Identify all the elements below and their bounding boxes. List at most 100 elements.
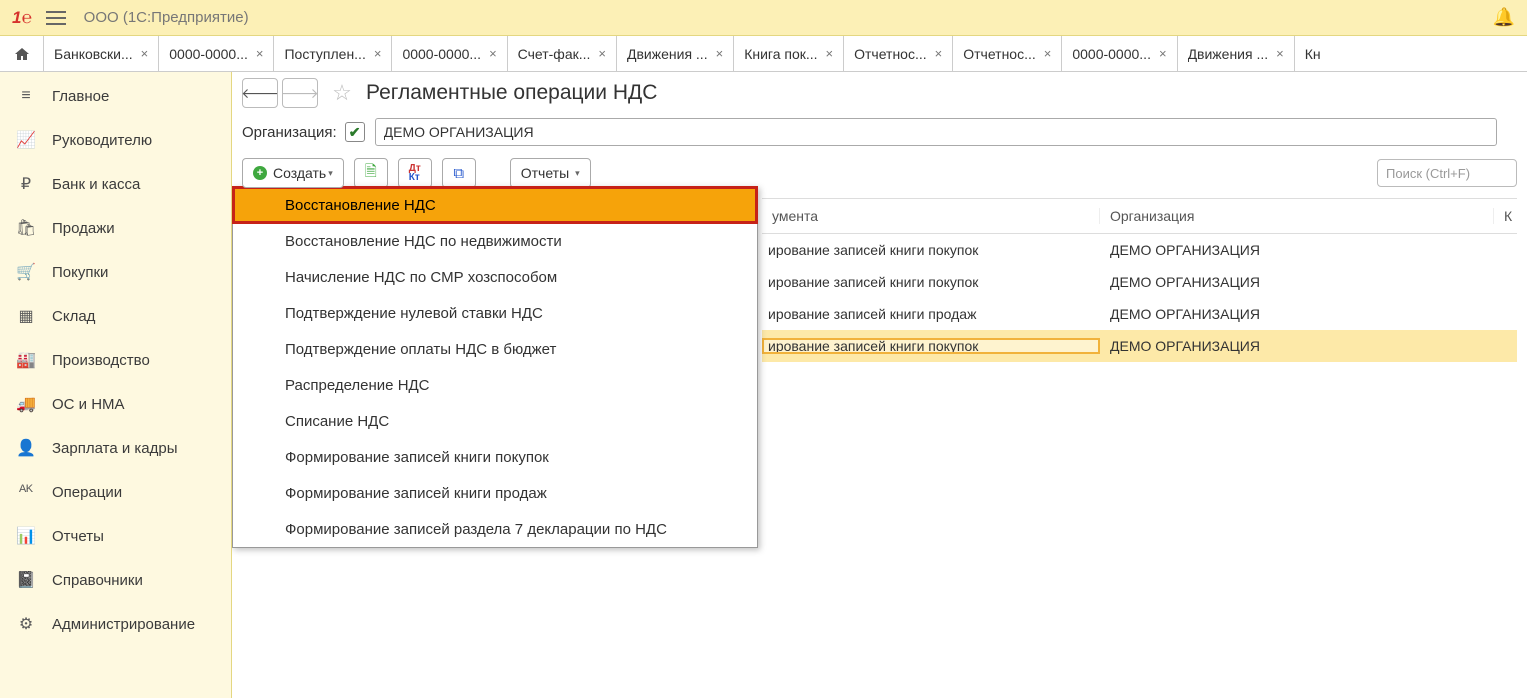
close-icon[interactable]: × [716, 46, 724, 61]
col-k[interactable]: К [1494, 208, 1517, 224]
tab-item[interactable]: Поступлен...× [274, 36, 392, 71]
tab-label: 0000-0000... [169, 46, 248, 62]
sidebar-item-sales[interactable]: 🛍 Продажи [0, 206, 231, 250]
sidebar-item-label: Банк и касса [52, 176, 140, 193]
dropdown-item[interactable]: Формирование записей раздела 7 деклараци… [233, 511, 757, 547]
notifications-icon[interactable]: 🔔 [1493, 7, 1515, 28]
sidebar-item-label: Склад [52, 308, 95, 325]
close-icon[interactable]: × [489, 46, 497, 61]
search-input[interactable]: Поиск (Ctrl+F) [1377, 159, 1517, 187]
tab-item-overflow[interactable]: Кн [1295, 36, 1331, 71]
table-row[interactable]: ирование записей книги покупок ДЕМО ОРГА… [762, 234, 1517, 266]
favorite-icon[interactable]: ☆ [328, 79, 356, 107]
dropdown-item[interactable]: Списание НДС [233, 403, 757, 439]
tab-item[interactable]: Книга пок... × [734, 36, 844, 71]
plus-icon: + [253, 166, 267, 180]
dropdown-item[interactable]: Начисление НДС по СМР хозспособом [233, 259, 757, 295]
menu-icon[interactable] [46, 11, 66, 25]
close-icon[interactable]: × [826, 46, 834, 61]
page-title: Регламентные операции НДС [366, 81, 657, 105]
close-icon[interactable]: × [1159, 46, 1167, 61]
table-row[interactable]: ирование записей книги покупок ДЕМО ОРГА… [762, 266, 1517, 298]
sidebar-item-assets[interactable]: 🚚ОС и НМА [0, 382, 231, 426]
sidebar-item-bank[interactable]: ₽Банк и касса [0, 162, 231, 206]
copy-button[interactable]: 🗎 [354, 158, 388, 188]
dropdown-item[interactable]: Формирование записей книги продаж [233, 475, 757, 511]
tab-item[interactable]: Отчетнос...× [953, 36, 1062, 71]
sidebar-item-label: Продажи [52, 220, 115, 237]
create-button[interactable]: + Создать ▾ [242, 158, 344, 188]
reports-button[interactable]: Отчеты ▾ [510, 158, 591, 188]
close-icon[interactable]: × [1044, 46, 1052, 61]
sidebar-item-label: Операции [52, 484, 122, 501]
table-row[interactable]: ирование записей книги продаж ДЕМО ОРГАН… [762, 298, 1517, 330]
dropdown-label: Восстановление НДС [285, 197, 436, 214]
sidebar-item-purchases[interactable]: 🛒Покупки [0, 250, 231, 294]
sidebar-item-admin[interactable]: ⚙Администрирование [0, 602, 231, 646]
tab-item[interactable]: Банковски...× [44, 36, 159, 71]
bag-icon: 🛍 [14, 218, 38, 238]
close-icon[interactable]: × [141, 46, 149, 61]
sidebar-item-manager[interactable]: 📈Руководителю [0, 118, 231, 162]
cell-doc: ирование записей книги продаж [762, 306, 1100, 322]
close-icon[interactable]: × [256, 46, 264, 61]
close-icon[interactable]: × [935, 46, 943, 61]
nav-forward-button[interactable]: 🡒 [282, 78, 318, 108]
close-icon[interactable]: × [374, 46, 382, 61]
cell-org: ДЕМО ОРГАНИЗАЦИЯ [1100, 274, 1494, 290]
col-org[interactable]: Организация [1100, 208, 1494, 224]
close-icon[interactable]: × [598, 46, 606, 61]
close-icon[interactable]: × [1276, 46, 1284, 61]
tab-label: Счет-фак... [518, 46, 591, 62]
dropdown-item[interactable]: Распределение НДС [233, 367, 757, 403]
sidebar-item-hr[interactable]: 👤 Зарплата и кадры [0, 426, 231, 470]
dropdown-item[interactable]: Подтверждение нулевой ставки НДС [233, 295, 757, 331]
tab-label: Отчетнос... [854, 46, 927, 62]
tab-item[interactable]: 0000-0000... × [1062, 36, 1177, 71]
grid-icon: ▦ [14, 306, 38, 326]
sidebar-item-label: Зарплата и кадры [52, 440, 178, 457]
tab-home[interactable] [0, 36, 44, 71]
truck-icon: 🚚 [14, 394, 38, 414]
dropdown-item[interactable]: Восстановление НДС по недвижимости [233, 223, 757, 259]
sidebar-item-production[interactable]: 🏭Производство [0, 338, 231, 382]
person-icon: 👤 [14, 438, 38, 458]
sidebar-item-label: Производство [52, 352, 150, 369]
tab-item[interactable]: Отчетнос... × [844, 36, 953, 71]
cell-doc: ирование записей книги покупок [762, 338, 1100, 354]
col-doc[interactable]: умента [762, 208, 1100, 224]
org-checkbox[interactable]: ✔ [345, 122, 365, 142]
chevron-down-icon: ▾ [575, 168, 580, 179]
cell-org: ДЕМО ОРГАНИЗАЦИЯ [1100, 306, 1494, 322]
dropdown-item[interactable]: Подтверждение оплаты НДС в бюджет [233, 331, 757, 367]
sidebar-item-reports[interactable]: 📊 Отчеты [0, 514, 231, 558]
cell-doc: ирование записей книги покупок [762, 274, 1100, 290]
page-header: 🡐 🡒 ☆ Регламентные операции НДС [242, 78, 1517, 108]
sidebar-item-warehouse[interactable]: ▦ Склад [0, 294, 231, 338]
dropdown-item[interactable]: Формирование записей книги покупок [233, 439, 757, 475]
org-input[interactable] [375, 118, 1497, 146]
dropdown-item[interactable]: Восстановление НДС [233, 187, 757, 223]
sidebar-item-label: Отчеты [52, 528, 104, 545]
sidebar-item-refs[interactable]: 📓Справочники [0, 558, 231, 602]
tab-item[interactable]: 0000-0000...× [392, 36, 507, 71]
tab-item[interactable]: 0000-0000... × [159, 36, 274, 71]
bars-icon: 📊 [14, 526, 38, 546]
sidebar-item-label: Руководителю [52, 132, 152, 149]
table-row[interactable]: ирование записей книги покупок ДЕМО ОРГА… [762, 330, 1517, 362]
list-icon: ≡ [14, 87, 38, 105]
tab-item[interactable]: Движения ...× [617, 36, 734, 71]
org-label: Организация: [242, 124, 337, 141]
tab-label: 0000-0000... [1072, 46, 1151, 62]
sidebar-item-main[interactable]: ≡Главное [0, 74, 231, 118]
tab-item[interactable]: Движения ...× [1178, 36, 1295, 71]
chevron-down-icon: ▾ [328, 168, 333, 179]
dtkt-button[interactable]: ДтКт [398, 158, 432, 188]
structure-button[interactable]: ⧉ [442, 158, 476, 188]
app-header: 1℮ ООО (1С:Предприятие) 🔔 [0, 0, 1527, 36]
nav-back-button[interactable]: 🡐 [242, 78, 278, 108]
tab-label: Книга пок... [744, 46, 817, 62]
sidebar-item-operations[interactable]: ᴬᴷОперации [0, 470, 231, 514]
home-icon [14, 46, 30, 62]
tab-item[interactable]: Счет-фак... × [508, 36, 617, 71]
